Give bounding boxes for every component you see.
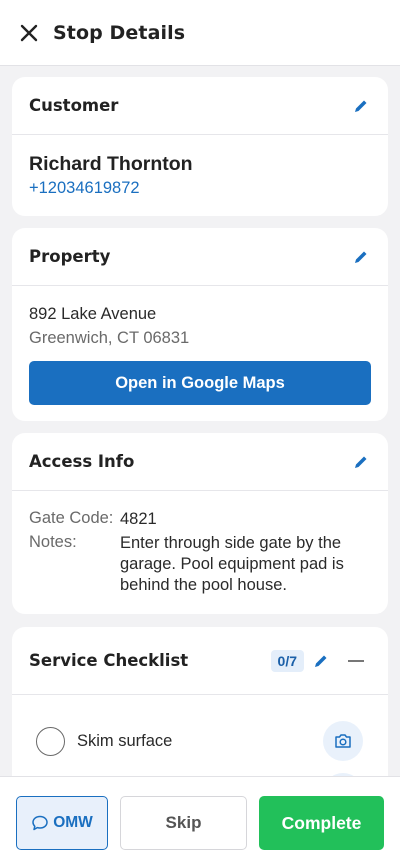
- close-icon[interactable]: [18, 22, 40, 44]
- checklist-item-label: Skim surface: [77, 731, 173, 750]
- customer-name: Richard Thornton: [29, 153, 193, 175]
- checklist-card-header: Service Checklist 0/7: [12, 627, 388, 695]
- gate-code-label: Gate Code:: [29, 509, 114, 527]
- omw-button[interactable]: OMW: [16, 796, 108, 850]
- property-card-header: Property: [12, 228, 388, 286]
- collapse-minus-icon[interactable]: [340, 650, 372, 672]
- edit-access-pencil-icon[interactable]: [350, 451, 372, 473]
- service-checklist-card: Service Checklist 0/7 Skim surface: [12, 627, 388, 776]
- customer-phone-link[interactable]: +12034619872: [29, 179, 140, 198]
- complete-button[interactable]: Complete: [259, 796, 384, 850]
- property-section-title: Property: [29, 247, 111, 266]
- open-google-maps-button[interactable]: Open in Google Maps: [29, 361, 371, 405]
- customer-card-header: Customer: [12, 77, 388, 135]
- notes-row: Notes: Enter through side gate by the ga…: [29, 533, 369, 596]
- access-info-card: Access Info Gate Code: 4821 Notes: Enter…: [12, 433, 388, 614]
- page-title: Stop Details: [53, 21, 186, 44]
- edit-checklist-pencil-icon[interactable]: [310, 650, 332, 672]
- customer-section-title: Customer: [29, 96, 119, 115]
- edit-property-pencil-icon[interactable]: [350, 246, 372, 268]
- notes-label: Notes:: [29, 533, 77, 551]
- address-line-2: Greenwich, CT 06831: [29, 329, 190, 347]
- edit-customer-pencil-icon[interactable]: [350, 95, 372, 117]
- property-card: Property 892 Lake Avenue Greenwich, CT 0…: [12, 228, 388, 421]
- checklist-item: [12, 769, 388, 776]
- checklist-progress-badge: 0/7: [270, 649, 304, 672]
- checklist-section-title: Service Checklist: [29, 651, 189, 670]
- scroll-content[interactable]: Customer Richard Thornton +12034619872 P…: [0, 66, 400, 776]
- checklist-item-checkbox[interactable]: [36, 726, 65, 756]
- customer-card: Customer Richard Thornton +12034619872: [12, 77, 388, 216]
- skip-button[interactable]: Skip: [120, 796, 247, 850]
- top-bar: Stop Details: [0, 0, 400, 66]
- address-line-1: 892 Lake Avenue: [29, 305, 157, 323]
- camera-icon[interactable]: [323, 721, 363, 761]
- chat-bubble-icon: [31, 814, 49, 832]
- access-section-title: Access Info: [29, 452, 135, 471]
- gate-code-row: Gate Code: 4821: [29, 509, 369, 530]
- omw-label: OMW: [53, 814, 93, 831]
- bottom-action-bar: OMW Skip Complete: [0, 776, 400, 867]
- gate-code-value: 4821: [120, 510, 157, 528]
- notes-value: Enter through side gate by the garage. P…: [120, 534, 344, 594]
- checklist-item: Skim surface: [12, 717, 388, 765]
- access-card-header: Access Info: [12, 433, 388, 491]
